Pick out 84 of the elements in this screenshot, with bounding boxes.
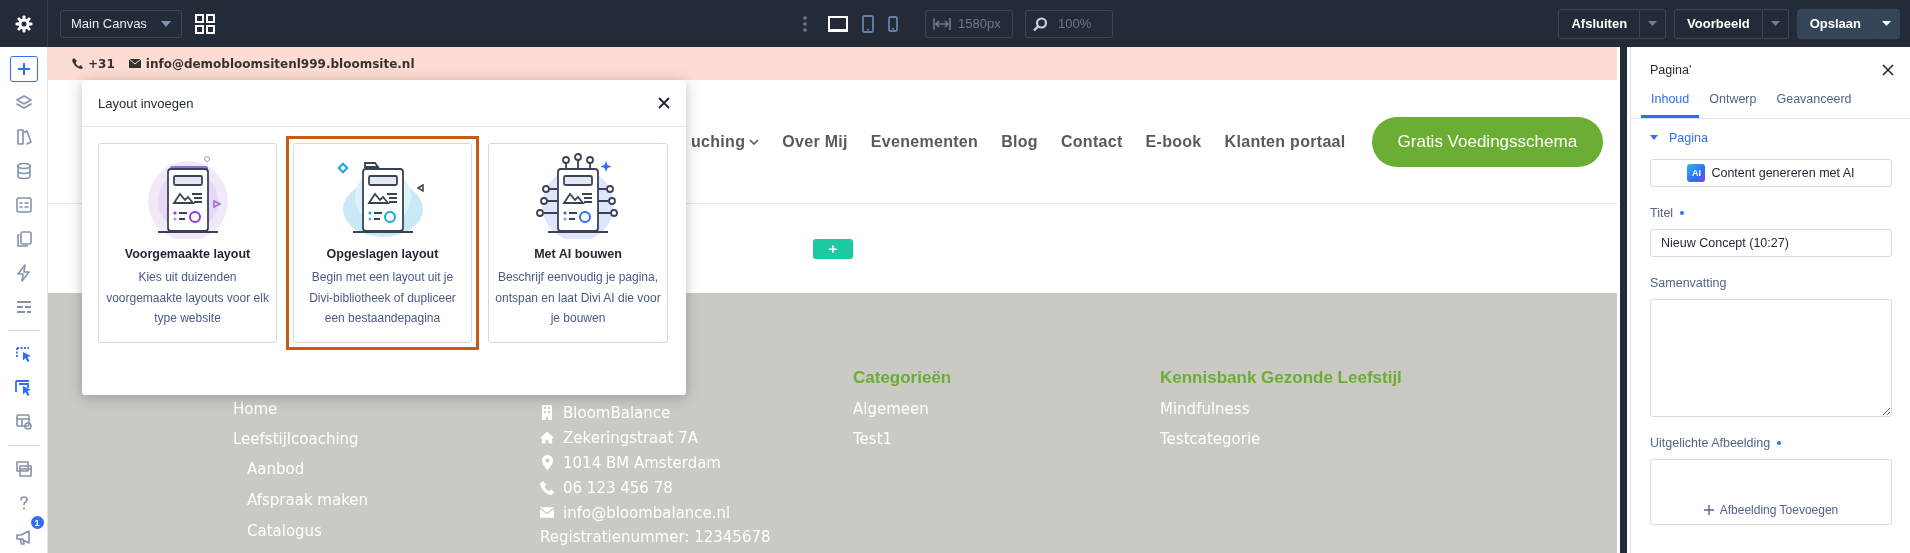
ai-badge: AI xyxy=(1687,164,1706,182)
caret-icon xyxy=(1648,21,1658,26)
caret-icon xyxy=(1882,21,1891,26)
home-icon xyxy=(540,431,554,444)
pointer-icon xyxy=(14,345,33,363)
phone-icon xyxy=(540,480,554,495)
card-description: Beschrijf eenvoudig je pagina, ontspan en laat Divi AI die voor je bouwen xyxy=(495,269,661,327)
resize-handle[interactable] xyxy=(1620,47,1627,553)
sections-icon xyxy=(14,298,33,316)
location-pin-icon xyxy=(541,455,553,470)
menu-button[interactable]: Afsluiten xyxy=(1558,8,1641,39)
caret-icon xyxy=(161,20,171,27)
tablet-icon[interactable] xyxy=(862,14,874,33)
layout-option-card[interactable]: Opgeslagen layout Begin met een layout uit je Divi-bibliotheek of dupliceer een bestaandepagina xyxy=(293,143,472,343)
notification-badge: 1 xyxy=(30,516,44,529)
grid-icon[interactable] xyxy=(195,13,215,34)
contact-text: 1014 BM Amsterdam xyxy=(563,453,721,472)
image-dropzone[interactable]: Afbeelding Toevoegen xyxy=(1650,459,1892,525)
plus-icon xyxy=(1703,505,1714,515)
canvas-dropdown[interactable]: Main Canvas xyxy=(60,9,182,38)
nav-link[interactable]: Klanten portaal xyxy=(1224,132,1346,151)
more-icon[interactable] xyxy=(803,14,807,33)
bolt-icon xyxy=(14,264,33,282)
card-title: Voorgemaakte layout xyxy=(124,247,251,261)
card-description: Kies uit duizenden voorgemaakte layouts voor elk type website xyxy=(105,269,270,327)
zoom-field[interactable]: 100% xyxy=(1025,9,1113,38)
contact-text: info@bloombalance.nl xyxy=(563,503,731,522)
width-icon xyxy=(933,16,951,31)
contact-text: Zekeringstraat 7A xyxy=(563,428,698,447)
layout-option-card[interactable]: Met AI bouwen Beschrijf eenvoudig je pagina, ontspan en laat Divi AI die voor je bouwen xyxy=(488,143,668,343)
contact-text: 06 123 456 78 xyxy=(563,478,673,497)
width-field[interactable]: 1580px xyxy=(925,9,1013,38)
form-icon xyxy=(14,196,33,214)
nav-link[interactable]: E-book xyxy=(1145,132,1202,151)
footer-heading: Kennisbank Gezonde Leefstijl xyxy=(1160,368,1403,389)
dialog-title: Layout invoegen xyxy=(98,95,194,111)
mail-icon xyxy=(128,59,141,68)
megaphone-icon xyxy=(14,528,33,546)
close-icon[interactable] xyxy=(1882,64,1894,76)
nav-link[interactable]: uching xyxy=(691,132,760,151)
pointer-icon xyxy=(14,379,33,397)
desktop-icon[interactable] xyxy=(828,15,848,32)
windows-icon xyxy=(14,460,33,478)
tool-button[interactable] xyxy=(9,56,38,82)
menu-button[interactable]: Voorbeeld xyxy=(1674,8,1763,39)
mail-icon xyxy=(540,507,554,518)
dropdown-button[interactable] xyxy=(1874,8,1900,39)
tab[interactable]: Geavanceerd xyxy=(1766,88,1862,118)
nav-link[interactable]: Contact xyxy=(1060,132,1123,151)
card-description: Begin met een layout uit je Divi-bibliotheek of dupliceer een bestaandepagina xyxy=(308,269,457,327)
panel-title: Pagina' xyxy=(1650,63,1692,77)
tab[interactable]: Inhoud xyxy=(1641,88,1700,118)
save-button[interactable]: Opslaan xyxy=(1796,8,1874,39)
layers-icon xyxy=(14,94,33,112)
caret-icon xyxy=(1770,21,1780,26)
nav-link[interactable]: Over Mij xyxy=(782,132,848,151)
field-label: Samenvatting xyxy=(1650,276,1727,290)
generate-button[interactable]: AI Content genereren met AI xyxy=(1650,159,1892,187)
phone-icon xyxy=(72,58,83,69)
card-title: Opgeslagen layout xyxy=(326,247,439,261)
add-image-button[interactable]: Afbeelding Toevoegen xyxy=(1697,502,1845,518)
title-field[interactable]: Nieuw Concept (10:27) xyxy=(1650,229,1892,257)
field-label: Titel xyxy=(1650,206,1674,220)
field-label: Uitgelichte Afbeelding xyxy=(1650,436,1771,450)
section-toggle[interactable]: Pagina xyxy=(1650,131,1708,145)
summary-field[interactable] xyxy=(1650,299,1892,417)
copy-icon xyxy=(14,230,33,248)
tab[interactable]: Ontwerp xyxy=(1699,88,1767,118)
book-icon xyxy=(14,128,33,146)
card-title: Met AI bouwen xyxy=(534,247,622,261)
contact-text: BloomBalance xyxy=(563,403,671,422)
layout-preview-icon xyxy=(14,413,33,431)
phone-icon[interactable] xyxy=(888,15,898,32)
nav-link[interactable]: Blog xyxy=(1001,132,1038,151)
building-icon xyxy=(541,405,553,420)
nav-link[interactable]: Evenementen xyxy=(870,132,979,151)
phone-number: +31 xyxy=(72,56,115,71)
database-icon xyxy=(14,162,33,180)
footer-heading: Categorieën xyxy=(853,368,953,389)
search-icon xyxy=(1033,16,1048,31)
layout-option-card[interactable]: Voorgemaakte layout Kies uit duizenden voorgemaakte layouts voor elk type website xyxy=(98,143,277,343)
close-icon[interactable] xyxy=(658,97,670,109)
registration-text: Registratienummer: 12345678 xyxy=(540,528,772,546)
email-address: info@demobloomsitenl999.bloomsite.nl xyxy=(128,56,415,71)
